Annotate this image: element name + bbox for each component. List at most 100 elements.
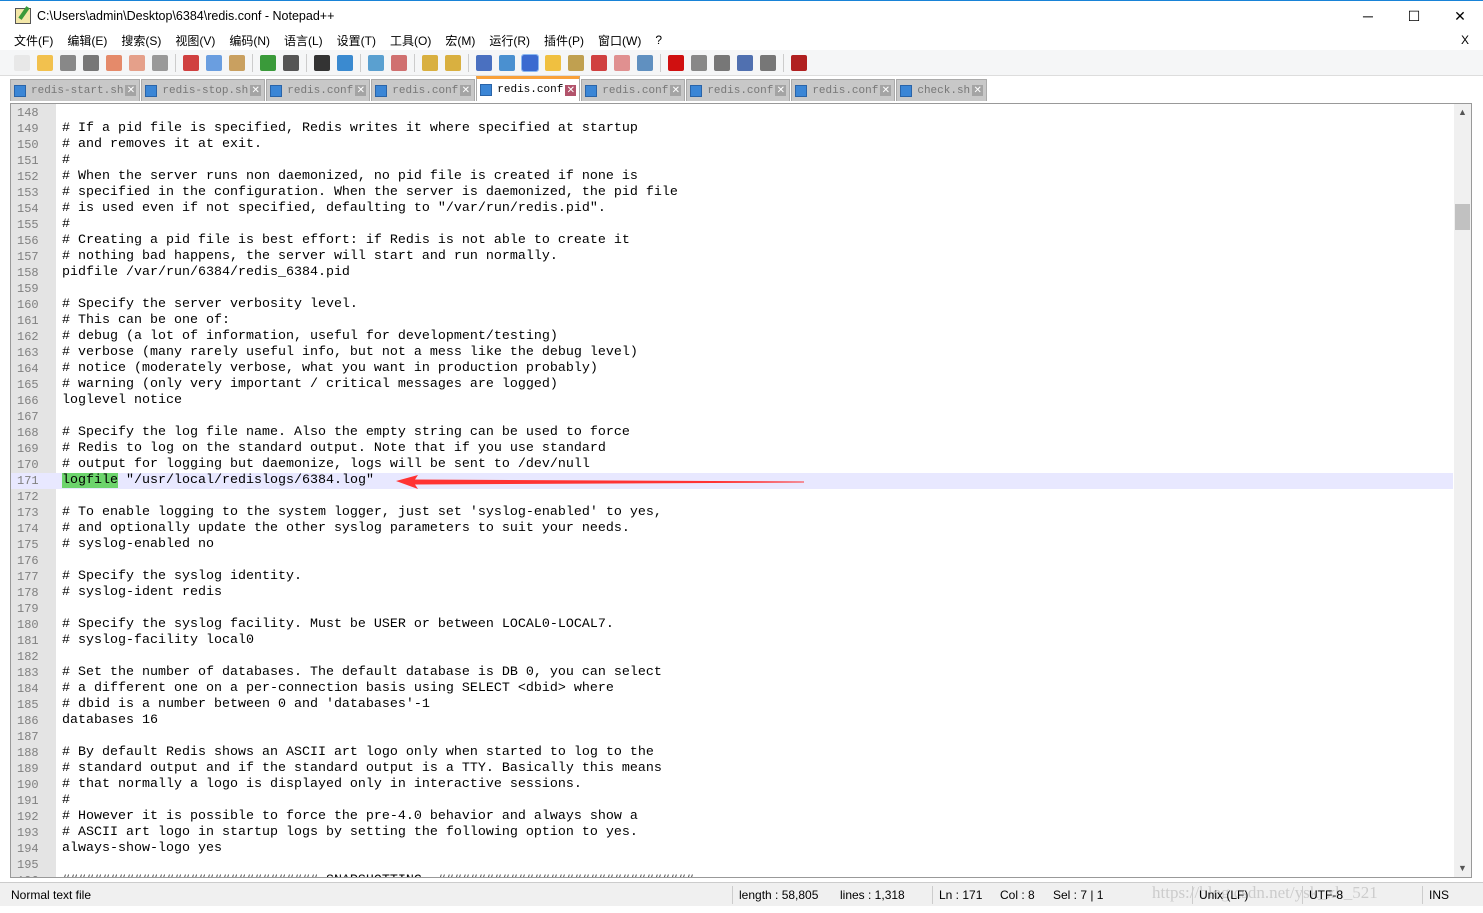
zoom-in-icon[interactable] [368, 54, 384, 71]
line-text[interactable]: # If a pid file is specified, Redis writ… [56, 121, 638, 137]
sync-vertical-icon[interactable] [422, 54, 438, 71]
line-text[interactable]: # is used even if not specified, default… [56, 201, 606, 217]
tab-1[interactable]: redis-stop.sh ✕ [141, 79, 266, 101]
tab-close-icon[interactable]: ✕ [125, 85, 137, 96]
cut-icon[interactable] [183, 54, 199, 71]
find-icon[interactable] [314, 54, 330, 71]
line-text[interactable]: # However it is possible to force the pr… [56, 809, 638, 825]
monitoring-icon[interactable] [637, 54, 653, 71]
user-language-icon[interactable] [545, 54, 561, 71]
line-text[interactable] [56, 601, 62, 617]
line-text[interactable]: # notice (moderately verbose, what you w… [56, 361, 598, 377]
close-icon[interactable] [106, 54, 122, 71]
line-text[interactable]: # This can be one of: [56, 313, 230, 329]
tab-close-icon[interactable]: ✕ [355, 85, 367, 96]
line-text[interactable]: # debug (a lot of information, useful fo… [56, 329, 558, 345]
tab-close-icon[interactable]: ✕ [972, 85, 984, 96]
indent-guide-icon[interactable] [521, 53, 539, 72]
line-text[interactable]: # warning (only very important / critica… [56, 377, 558, 393]
line-text[interactable]: # standard output and if the standard ou… [56, 761, 662, 777]
line-text[interactable]: pidfile /var/run/6384/redis_6384.pid [56, 265, 350, 281]
menu-item-0[interactable]: 文件(F) [14, 32, 53, 49]
tab-7[interactable]: redis.conf ✕ [791, 79, 896, 101]
line-text[interactable]: # Redis to log on the standard output. N… [56, 441, 606, 457]
line-text[interactable]: # Specify the log file name. Also the em… [56, 425, 630, 441]
close-all-icon[interactable] [129, 54, 145, 71]
tab-close-icon[interactable]: ✕ [250, 85, 262, 96]
scroll-down-arrow-icon[interactable]: ▼ [1454, 860, 1471, 877]
line-text[interactable]: databases 16 [56, 713, 158, 729]
line-text[interactable]: # and removes it at exit. [56, 137, 262, 153]
folder-workspace-icon[interactable] [614, 54, 630, 71]
line-text[interactable]: # ASCII art logo in startup logs by sett… [56, 825, 638, 841]
word-wrap-icon[interactable] [476, 54, 492, 71]
line-text[interactable]: # By default Redis shows an ASCII art lo… [56, 745, 654, 761]
tab-8[interactable]: check.sh ✕ [896, 79, 988, 101]
menu-item-6[interactable]: 设置(T) [337, 32, 376, 49]
line-text[interactable]: # Specify the syslog facility. Must be U… [56, 617, 614, 633]
scroll-up-arrow-icon[interactable]: ▲ [1454, 104, 1471, 121]
document-map-icon[interactable] [568, 54, 584, 71]
sync-horizontal-icon[interactable] [445, 54, 461, 71]
line-text[interactable]: # Specify the server verbosity level. [56, 297, 358, 313]
line-text[interactable]: # output for logging but daemonize, logs… [56, 457, 590, 473]
record-macro-icon[interactable] [668, 54, 684, 71]
save-all-icon[interactable] [83, 54, 99, 71]
tab-close-icon[interactable]: ✕ [775, 85, 787, 96]
line-text[interactable] [56, 281, 62, 297]
tab-6[interactable]: redis.conf ✕ [686, 79, 791, 101]
scrollbar-thumb[interactable] [1455, 204, 1470, 230]
save-icon[interactable] [60, 54, 76, 71]
tab-2[interactable]: redis.conf ✕ [266, 79, 371, 101]
menu-item-4[interactable]: 编码(N) [229, 32, 270, 49]
save-macro-icon[interactable] [760, 54, 776, 71]
menu-item-2[interactable]: 搜索(S) [121, 32, 161, 49]
maximize-button[interactable]: ☐ [1391, 1, 1437, 31]
line-text[interactable] [56, 489, 62, 505]
line-text[interactable]: # dbid is a number between 0 and 'databa… [56, 697, 430, 713]
menu-item-3[interactable]: 视图(V) [175, 32, 215, 49]
new-file-icon[interactable] [14, 54, 30, 71]
line-text[interactable]: # and optionally update the other syslog… [56, 521, 630, 537]
menu-item-11[interactable]: 窗口(W) [598, 32, 641, 49]
line-text[interactable]: # Specify the syslog identity. [56, 569, 302, 585]
vertical-scrollbar[interactable]: ▲ ▼ [1454, 104, 1471, 877]
line-text[interactable]: # syslog-facility local0 [56, 633, 254, 649]
menu-item-5[interactable]: 语言(L) [284, 32, 323, 49]
line-text[interactable]: # a different one on a per-connection ba… [56, 681, 614, 697]
line-text[interactable]: # [56, 153, 70, 169]
menu-item-9[interactable]: 运行(R) [489, 32, 530, 49]
line-text[interactable]: # verbose (many rarely useful info, but … [56, 345, 638, 361]
menu-item-8[interactable]: 宏(M) [445, 32, 475, 49]
run-macro-multiple-icon[interactable] [737, 54, 753, 71]
line-text[interactable]: loglevel notice [56, 393, 182, 409]
line-text[interactable] [56, 553, 62, 569]
editor[interactable]: 148 149 # If a pid file is specified, Redi… [10, 103, 1472, 878]
zoom-out-icon[interactable] [391, 54, 407, 71]
line-text[interactable] [56, 729, 62, 745]
line-text[interactable] [56, 409, 62, 425]
paste-icon[interactable] [229, 54, 245, 71]
menu-item-12[interactable]: ? [655, 33, 662, 47]
tab-close-icon[interactable]: ✕ [565, 84, 577, 96]
minimize-button[interactable]: ─ [1345, 1, 1391, 31]
line-text[interactable] [56, 105, 62, 121]
show-all-chars-icon[interactable] [499, 54, 515, 71]
line-text[interactable]: # nothing bad happens, the server will s… [56, 249, 558, 265]
line-text[interactable]: always-show-logo yes [56, 841, 222, 857]
tab-5[interactable]: redis.conf ✕ [581, 79, 686, 101]
line-text[interactable]: # syslog-ident redis [56, 585, 222, 601]
line-text[interactable]: # syslog-enabled no [56, 537, 214, 553]
close-window-button[interactable]: ✕ [1437, 1, 1483, 31]
function-list-icon[interactable] [591, 54, 607, 71]
close-document-button[interactable]: X [1461, 33, 1469, 47]
tab-3[interactable]: redis.conf ✕ [371, 79, 476, 101]
tab-close-icon[interactable]: ✕ [670, 85, 682, 96]
undo-icon[interactable] [260, 54, 276, 71]
line-text[interactable]: # [56, 217, 70, 233]
line-text[interactable]: # Set the number of databases. The defau… [56, 665, 662, 681]
line-text[interactable]: logfile "/usr/local/redislogs/6384.log" [56, 473, 374, 489]
line-text[interactable]: # When the server runs non daemonized, n… [56, 169, 638, 185]
line-text[interactable] [56, 857, 62, 873]
menu-item-7[interactable]: 工具(O) [390, 32, 431, 49]
